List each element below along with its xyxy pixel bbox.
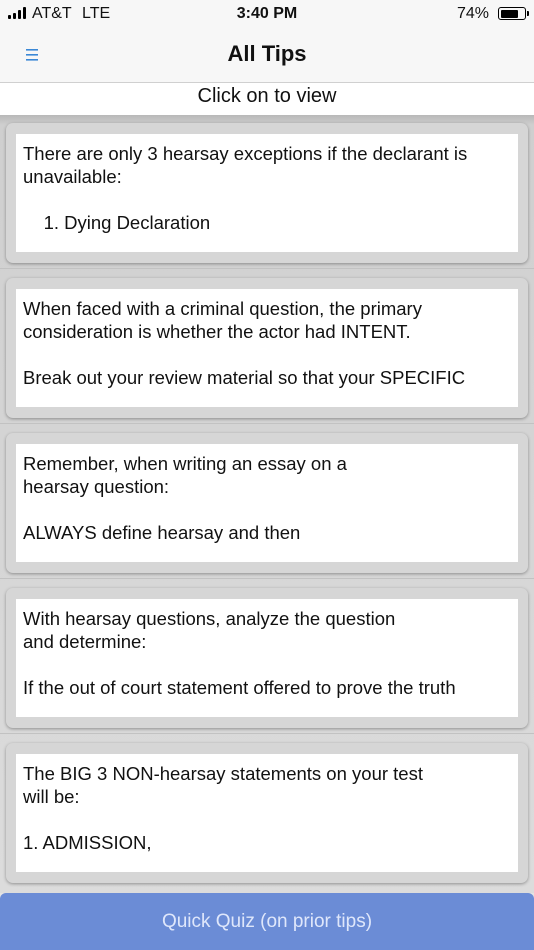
status-bar: AT&T LTE 3:40 PM 74% bbox=[0, 0, 534, 28]
tip-content: With hearsay questions, analyze the ques… bbox=[16, 599, 518, 717]
tip-text: Break out your review material so that y… bbox=[23, 367, 466, 388]
row-divider bbox=[0, 423, 534, 424]
tip-card[interactable]: Remember, when writing an essay on a hea… bbox=[6, 433, 528, 573]
instruction-text: Click on to view bbox=[0, 83, 534, 115]
hamburger-menu-icon bbox=[26, 49, 38, 61]
battery-icon bbox=[498, 7, 526, 20]
tip-content: The BIG 3 NON-hearsay statements on your… bbox=[16, 754, 518, 872]
tip-text: 1. ADMISSION, bbox=[23, 832, 152, 853]
tip-text: When faced with a criminal question, the… bbox=[23, 298, 428, 342]
row-divider bbox=[0, 578, 534, 579]
tip-text: Remember, when writing an essay on a hea… bbox=[23, 453, 347, 497]
tip-text: If the out of court statement offered to… bbox=[23, 677, 456, 698]
battery-percent: 74% bbox=[456, 5, 489, 22]
tip-text: 1. Dying Declaration bbox=[23, 212, 211, 233]
tip-card[interactable]: When faced with a criminal question, the… bbox=[6, 278, 528, 418]
tip-content: When faced with a criminal question, the… bbox=[16, 289, 518, 407]
row-divider bbox=[0, 268, 534, 269]
tip-content: There are only 3 hearsay exceptions if t… bbox=[16, 134, 518, 252]
row-divider bbox=[0, 733, 534, 734]
navigation-bar: All Tips bbox=[0, 28, 534, 83]
quick-quiz-button[interactable]: Quick Quiz (on prior tips) bbox=[0, 893, 534, 950]
tip-text: With hearsay questions, analyze the ques… bbox=[23, 608, 396, 652]
tip-card[interactable]: There are only 3 hearsay exceptions if t… bbox=[6, 123, 528, 263]
tip-text: ALWAYS define hearsay and then bbox=[23, 522, 301, 543]
tips-list[interactable]: There are only 3 hearsay exceptions if t… bbox=[0, 115, 534, 893]
menu-button[interactable] bbox=[20, 44, 44, 66]
battery-tip bbox=[527, 11, 529, 16]
status-time: 3:40 PM bbox=[236, 5, 298, 22]
page-title: All Tips bbox=[227, 41, 307, 66]
tip-card[interactable]: With hearsay questions, analyze the ques… bbox=[6, 588, 528, 728]
battery-level-fill bbox=[500, 9, 518, 18]
tip-card[interactable]: The BIG 3 NON-hearsay statements on your… bbox=[6, 743, 528, 883]
tip-text: The BIG 3 NON-hearsay statements on your… bbox=[23, 763, 423, 807]
tip-content: Remember, when writing an essay on a hea… bbox=[16, 444, 518, 562]
tip-text: There are only 3 hearsay exceptions if t… bbox=[23, 143, 473, 187]
